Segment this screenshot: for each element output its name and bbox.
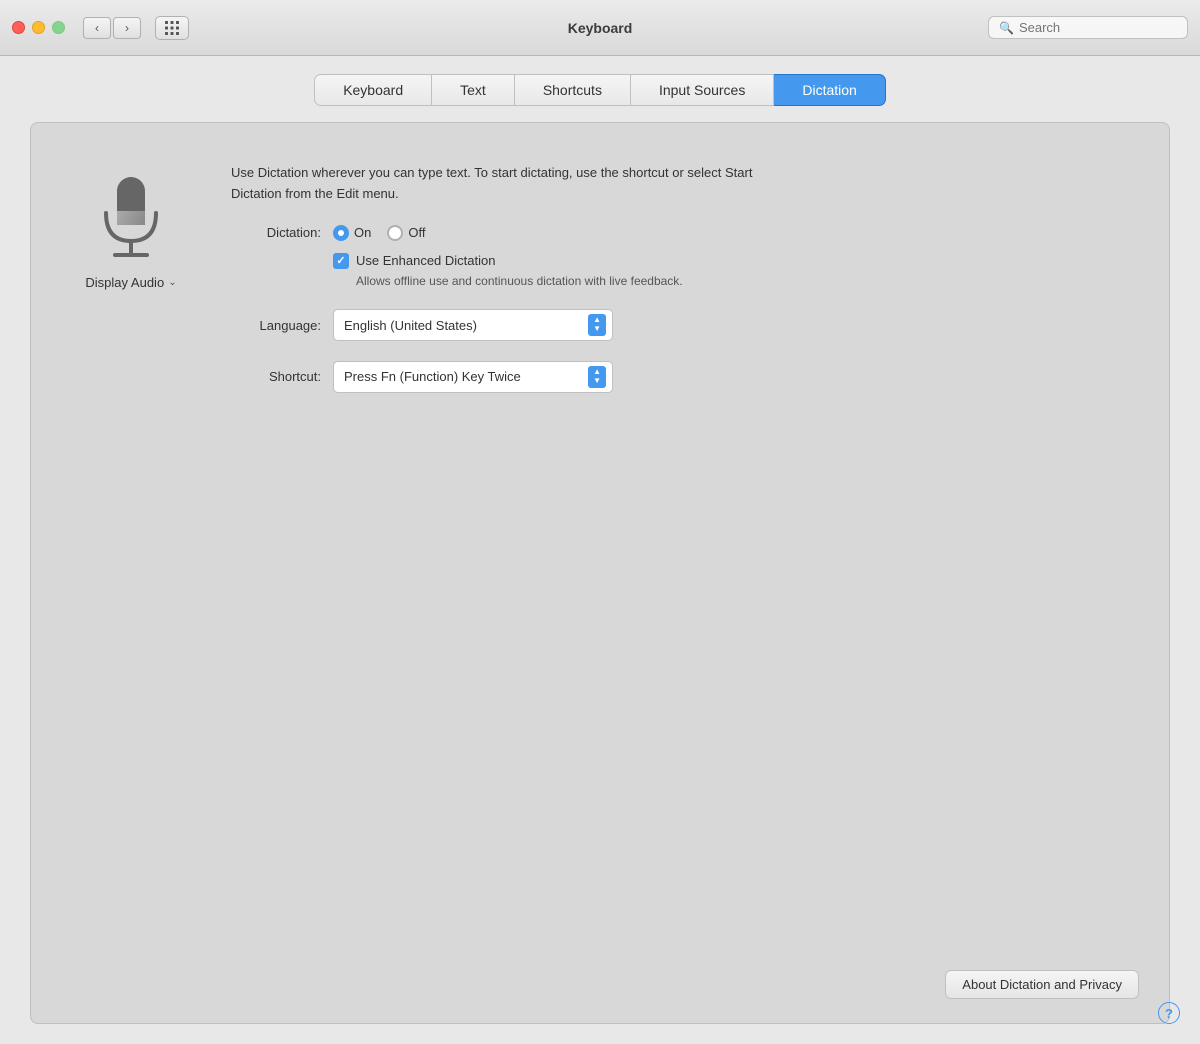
help-button[interactable]: ?: [1158, 1002, 1180, 1024]
traffic-lights: [12, 21, 65, 34]
language-row: Language: English (United States) ▲ ▼: [231, 309, 1139, 341]
microphone-icon: [91, 173, 171, 263]
right-content: Use Dictation wherever you can type text…: [231, 153, 1139, 393]
dictation-radio-group: On Off: [333, 225, 425, 241]
tab-shortcuts[interactable]: Shortcuts: [515, 74, 631, 106]
shortcut-row: Shortcut: Press Fn (Function) Key Twice …: [231, 361, 1139, 393]
chevron-down-icon: ▼: [593, 377, 601, 386]
tab-text[interactable]: Text: [432, 74, 515, 106]
chevron-down-icon: ▼: [593, 325, 601, 334]
panel-body: Display Audio ⌄ Use Dictation wherever y…: [61, 153, 1139, 393]
shortcut-label: Shortcut:: [231, 369, 321, 384]
enhanced-dictation-checkbox-row[interactable]: Use Enhanced Dictation: [333, 253, 1139, 269]
shortcut-value: Press Fn (Function) Key Twice: [344, 369, 521, 384]
main-content: Keyboard Text Shortcuts Input Sources Di…: [0, 56, 1200, 1044]
tab-dictation[interactable]: Dictation: [774, 74, 885, 106]
grid-button[interactable]: [155, 16, 189, 40]
controls-section: Dictation: On Off: [231, 225, 1139, 393]
search-bar[interactable]: 🔍: [988, 16, 1188, 39]
dictation-off-radio[interactable]: [387, 225, 403, 241]
dictation-off-option[interactable]: Off: [387, 225, 425, 241]
back-button[interactable]: ‹: [83, 17, 111, 39]
title-bar: ‹ › Keyboard 🔍: [0, 0, 1200, 56]
mic-section: Display Audio ⌄: [61, 153, 201, 393]
tab-bar: Keyboard Text Shortcuts Input Sources Di…: [0, 56, 1200, 106]
display-audio-label: Display Audio: [85, 275, 164, 290]
nav-buttons: ‹ ›: [83, 17, 141, 39]
search-icon: 🔍: [999, 21, 1014, 35]
chevron-down-icon: ⌄: [168, 277, 176, 288]
enhanced-dictation-sublabel: Allows offline use and continuous dictat…: [356, 273, 1139, 290]
language-value: English (United States): [344, 318, 477, 333]
dictation-off-label: Off: [408, 225, 425, 240]
language-label: Language:: [231, 318, 321, 333]
tab-input-sources[interactable]: Input Sources: [631, 74, 774, 106]
shortcut-dropdown-arrows: ▲ ▼: [588, 366, 606, 388]
dictation-on-label: On: [354, 225, 371, 240]
description-text: Use Dictation wherever you can type text…: [231, 163, 771, 205]
dictation-toggle-label: Dictation:: [231, 225, 321, 240]
forward-button[interactable]: ›: [113, 17, 141, 39]
panel: Display Audio ⌄ Use Dictation wherever y…: [30, 122, 1170, 1024]
window-title: Keyboard: [568, 20, 633, 36]
dictation-on-radio[interactable]: [333, 225, 349, 241]
tab-keyboard[interactable]: Keyboard: [314, 74, 432, 106]
dictation-on-option[interactable]: On: [333, 225, 371, 241]
language-dropdown[interactable]: English (United States) ▲ ▼: [333, 309, 613, 341]
dictation-toggle-row: Dictation: On Off: [231, 225, 1139, 241]
language-dropdown-arrows: ▲ ▼: [588, 314, 606, 336]
enhanced-dictation-section: Use Enhanced Dictation Allows offline us…: [333, 253, 1139, 290]
bottom-section: About Dictation and Privacy: [945, 970, 1139, 999]
display-audio-dropdown[interactable]: Display Audio ⌄: [85, 275, 176, 290]
enhanced-dictation-checkbox[interactable]: [333, 253, 349, 269]
minimize-button[interactable]: [32, 21, 45, 34]
shortcut-dropdown[interactable]: Press Fn (Function) Key Twice ▲ ▼: [333, 361, 613, 393]
maximize-button[interactable]: [52, 21, 65, 34]
about-dictation-button[interactable]: About Dictation and Privacy: [945, 970, 1139, 999]
enhanced-dictation-label: Use Enhanced Dictation: [356, 253, 495, 268]
close-button[interactable]: [12, 21, 25, 34]
search-input[interactable]: [1019, 20, 1177, 35]
